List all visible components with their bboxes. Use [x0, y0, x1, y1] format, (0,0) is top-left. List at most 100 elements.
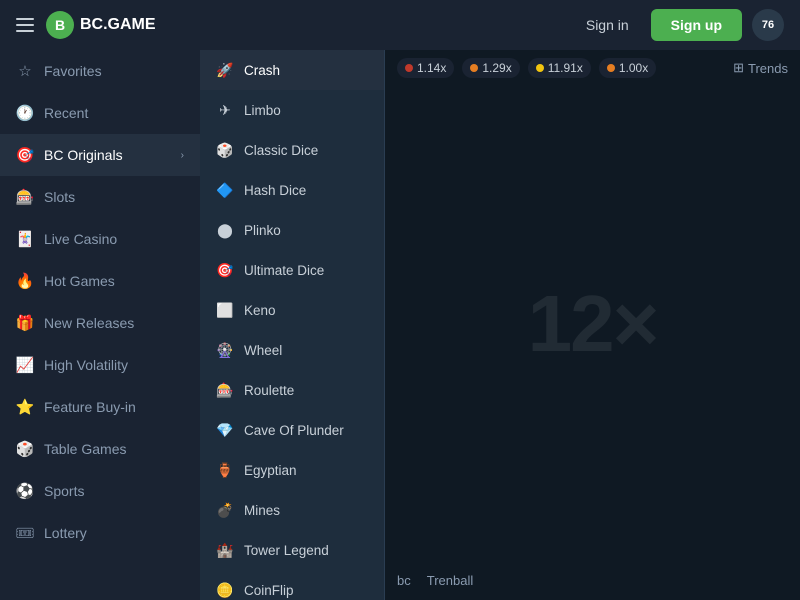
dropdown-item-label: Limbo [244, 103, 281, 118]
trend-dot-4 [607, 64, 615, 72]
big-multiplier: 12× [385, 86, 800, 561]
live-casino-icon: 🃏 [16, 230, 34, 248]
plinko-icon: ⬤ [216, 221, 234, 239]
dropdown-item-hash-dice[interactable]: 🔷 Hash Dice [200, 170, 384, 210]
crash-icon: 🚀 [216, 61, 234, 79]
dropdown-item-label: Mines [244, 503, 280, 518]
tab-bc[interactable]: bc [397, 569, 411, 592]
sidebar: ☆ Favorites 🕐 Recent 🎯 BC Originals › 🎰 … [0, 50, 200, 600]
dropdown-item-label: Crash [244, 63, 280, 78]
sidebar-item-label: Hot Games [44, 273, 184, 289]
sidebar-item-sports[interactable]: ⚽ Sports [0, 470, 200, 512]
sidebar-item-new-releases[interactable]: 🎁 New Releases [0, 302, 200, 344]
dropdown-item-label: Tower Legend [244, 543, 329, 558]
trend-value-2: 1.29x [482, 61, 511, 75]
sidebar-item-high-volatility[interactable]: 📈 High Volatility [0, 344, 200, 386]
trends-bar: 1.14x 1.29x 11.91x 1.00x ⊞ Trends [385, 50, 800, 86]
avatar-badge[interactable]: 76 [752, 9, 784, 41]
dropdown-item-mines[interactable]: 💣 Mines [200, 490, 384, 530]
cave-of-plunder-icon: 💎 [216, 421, 234, 439]
sidebar-item-bc-originals[interactable]: 🎯 BC Originals › [0, 134, 200, 176]
sidebar-item-recent[interactable]: 🕐 Recent [0, 92, 200, 134]
logo: B BC.GAME [46, 11, 156, 39]
favorites-icon: ☆ [16, 62, 34, 80]
trend-value-1: 1.14x [417, 61, 446, 75]
main-area: ☆ Favorites 🕐 Recent 🎯 BC Originals › 🎰 … [0, 50, 800, 600]
dropdown-item-label: Hash Dice [244, 183, 306, 198]
sidebar-item-lottery[interactable]: 🎟 Lottery [0, 512, 200, 554]
ultimate-dice-icon: 🎯 [216, 261, 234, 279]
table-games-icon: 🎲 [16, 440, 34, 458]
sidebar-item-label: Live Casino [44, 231, 184, 247]
trend-dot-1 [405, 64, 413, 72]
dropdown-item-keno[interactable]: ⬜ Keno [200, 290, 384, 330]
sidebar-item-label: Table Games [44, 441, 184, 457]
dropdown-item-crash[interactable]: 🚀 Crash [200, 50, 384, 90]
limbo-icon: ✈ [216, 101, 234, 119]
sidebar-item-label: Feature Buy-in [44, 399, 184, 415]
hamburger-button[interactable] [16, 18, 34, 32]
roulette-icon: 🎰 [216, 381, 234, 399]
dropdown-item-limbo[interactable]: ✈ Limbo [200, 90, 384, 130]
dropdown-item-plinko[interactable]: ⬤ Plinko [200, 210, 384, 250]
trends-icon: ⊞ [733, 60, 744, 76]
game-area: 1.14x 1.29x 11.91x 1.00x ⊞ Trends 12× [385, 50, 800, 600]
sidebar-item-label: Sports [44, 483, 184, 499]
dropdown-item-label: Egyptian [244, 463, 297, 478]
new-releases-icon: 🎁 [16, 314, 34, 332]
dropdown-item-label: Keno [244, 303, 276, 318]
multiplier-value: 12× [528, 278, 658, 370]
dropdown-item-label: Classic Dice [244, 143, 318, 158]
signin-button[interactable]: Sign in [574, 11, 641, 39]
trend-badge-1: 1.14x [397, 58, 454, 78]
topbar-left: B BC.GAME [16, 11, 156, 39]
slots-icon: 🎰 [16, 188, 34, 206]
dropdown-item-label: Cave Of Plunder [244, 423, 344, 438]
topbar-right: Sign in Sign up 76 [574, 9, 784, 41]
dropdown-item-label: Wheel [244, 343, 282, 358]
dropdown-item-label: CoinFlip [244, 583, 294, 598]
dropdown-item-egyptian[interactable]: 🏺 Egyptian [200, 450, 384, 490]
dropdown-item-ultimate-dice[interactable]: 🎯 Ultimate Dice [200, 250, 384, 290]
topbar: B BC.GAME Sign in Sign up 76 [0, 0, 800, 50]
sidebar-item-label: Lottery [44, 525, 184, 541]
trend-badge-2: 1.29x [462, 58, 519, 78]
bottom-tabs: bc Trenball [385, 561, 800, 600]
dropdown-item-tower-legend[interactable]: 🏰 Tower Legend [200, 530, 384, 570]
trends-label[interactable]: ⊞ Trends [733, 60, 788, 76]
sidebar-item-hot-games[interactable]: 🔥 Hot Games [0, 260, 200, 302]
trend-value-4: 1.00x [619, 61, 648, 75]
tower-legend-icon: 🏰 [216, 541, 234, 559]
dropdown-item-roulette[interactable]: 🎰 Roulette [200, 370, 384, 410]
hash-dice-icon: 🔷 [216, 181, 234, 199]
keno-icon: ⬜ [216, 301, 234, 319]
sidebar-item-label: BC Originals [44, 147, 171, 163]
dropdown-item-cave-of-plunder[interactable]: 💎 Cave Of Plunder [200, 410, 384, 450]
dropdown-item-wheel[interactable]: 🎡 Wheel [200, 330, 384, 370]
bc-originals-dropdown: 🚀 Crash ✈ Limbo 🎲 Classic Dice 🔷 Hash Di… [200, 50, 385, 600]
dropdown-item-coinflip[interactable]: 🪙 CoinFlip [200, 570, 384, 600]
trend-value-3: 11.91x [548, 61, 583, 75]
sidebar-item-live-casino[interactable]: 🃏 Live Casino [0, 218, 200, 260]
classic-dice-icon: 🎲 [216, 141, 234, 159]
sidebar-item-feature-buyin[interactable]: ⭐ Feature Buy-in [0, 386, 200, 428]
tab-trenball[interactable]: Trenball [427, 569, 473, 592]
sidebar-item-label: New Releases [44, 315, 184, 331]
sidebar-item-slots[interactable]: 🎰 Slots [0, 176, 200, 218]
sidebar-item-favorites[interactable]: ☆ Favorites [0, 50, 200, 92]
coinflip-icon: 🪙 [216, 581, 234, 599]
trends-text: Trends [748, 61, 788, 76]
high-volatility-icon: 📈 [16, 356, 34, 374]
dropdown-item-label: Roulette [244, 383, 294, 398]
hot-games-icon: 🔥 [16, 272, 34, 290]
dropdown-item-classic-dice[interactable]: 🎲 Classic Dice [200, 130, 384, 170]
recent-icon: 🕐 [16, 104, 34, 122]
egyptian-icon: 🏺 [216, 461, 234, 479]
trend-dot-2 [470, 64, 478, 72]
logo-text: BC.GAME [80, 16, 156, 34]
sidebar-item-label: Favorites [44, 63, 184, 79]
sidebar-item-table-games[interactable]: 🎲 Table Games [0, 428, 200, 470]
lottery-icon: 🎟 [16, 524, 34, 542]
sidebar-item-label: Recent [44, 105, 184, 121]
signup-button[interactable]: Sign up [651, 9, 742, 41]
